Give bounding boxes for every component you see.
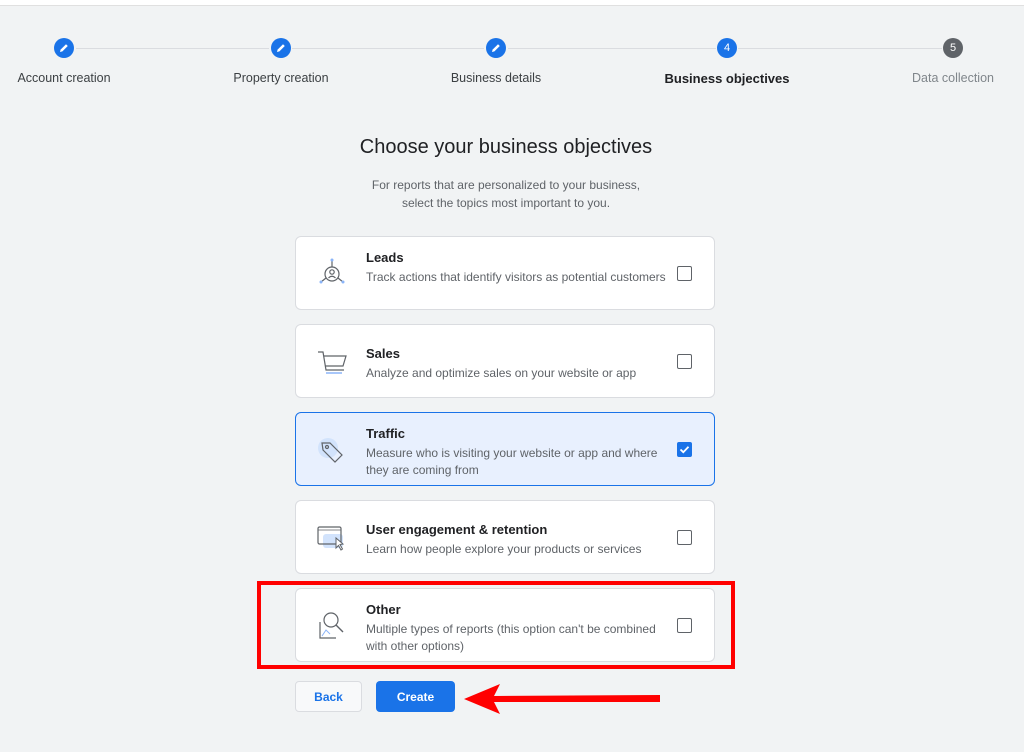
edit-pencil-icon xyxy=(486,38,506,58)
annotation-highlight-box xyxy=(257,581,735,669)
step-label: Data collection xyxy=(912,71,994,85)
back-button[interactable]: Back xyxy=(295,681,362,712)
objective-card-user-engagement[interactable]: User engagement & retention Learn how pe… xyxy=(295,500,715,574)
objective-card-sales[interactable]: Sales Analyze and optimize sales on your… xyxy=(295,324,715,398)
create-button[interactable]: Create xyxy=(376,681,455,712)
card-title: Sales xyxy=(366,346,400,361)
page-subtitle: For reports that are personalized to you… xyxy=(0,176,1012,212)
tag-icon xyxy=(314,432,350,468)
top-bar xyxy=(0,0,1024,6)
checkmark-icon xyxy=(679,446,690,454)
step-label: Business details xyxy=(450,71,542,85)
card-text: User engagement & retention Learn how pe… xyxy=(366,521,666,558)
step-number: 4 xyxy=(717,38,737,58)
card-title: Leads xyxy=(366,250,404,265)
step-data-collection: 5 Data collection xyxy=(873,36,1024,85)
step-business-objectives: 4 Business objectives xyxy=(647,36,807,86)
step-label: Account creation xyxy=(17,71,111,85)
engagement-icon xyxy=(314,520,350,556)
card-description: Measure who is visiting your website or … xyxy=(366,446,658,477)
step-business-details[interactable]: Business details xyxy=(416,36,576,85)
card-text: Leads Track actions that identify visito… xyxy=(366,249,666,286)
subtitle-line: For reports that are personalized to you… xyxy=(371,178,641,192)
subtitle-line: select the topics most important to you. xyxy=(401,196,611,210)
traffic-checkbox[interactable] xyxy=(677,442,692,457)
step-number: 5 xyxy=(943,38,963,58)
step-label: Business objectives xyxy=(664,71,790,86)
progress-stepper: Account creation Property creation Busin… xyxy=(0,36,1024,96)
card-title: User engagement & retention xyxy=(366,522,548,537)
page-title: Choose your business objectives xyxy=(359,136,653,158)
step-label: Property creation xyxy=(233,71,329,85)
card-text: Sales Analyze and optimize sales on your… xyxy=(366,345,666,382)
card-description: Track actions that identify visitors as … xyxy=(366,270,666,284)
card-description: Analyze and optimize sales on your websi… xyxy=(366,366,637,380)
sales-checkbox[interactable] xyxy=(677,354,692,369)
user-engagement-checkbox[interactable] xyxy=(677,530,692,545)
annotation-arrow-icon xyxy=(464,684,660,714)
step-property-creation[interactable]: Property creation xyxy=(201,36,361,85)
cart-icon xyxy=(314,344,350,380)
card-title: Traffic xyxy=(366,426,406,441)
card-description: Learn how people explore your products o… xyxy=(366,542,642,556)
edit-pencil-icon xyxy=(271,38,291,58)
edit-pencil-icon xyxy=(54,38,74,58)
objective-card-leads[interactable]: Leads Track actions that identify visito… xyxy=(295,236,715,310)
leads-icon xyxy=(314,256,350,292)
card-text: Traffic Measure who is visiting your web… xyxy=(366,425,666,479)
leads-checkbox[interactable] xyxy=(677,266,692,281)
objective-card-traffic[interactable]: Traffic Measure who is visiting your web… xyxy=(295,412,715,486)
step-account-creation[interactable]: Account creation xyxy=(0,36,144,85)
